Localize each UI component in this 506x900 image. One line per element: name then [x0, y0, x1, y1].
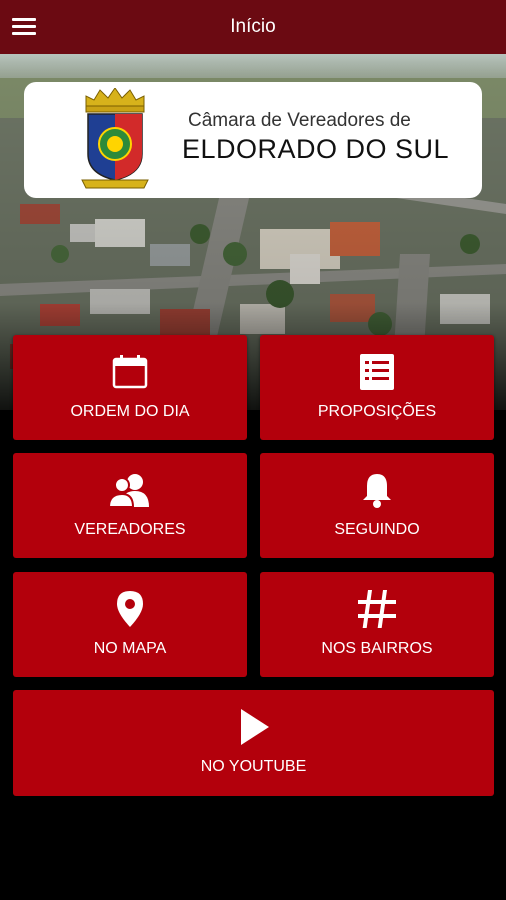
tile-label: PROPOSIÇÕES [317, 403, 437, 420]
tile-label: ORDEM DO DIA [70, 403, 190, 420]
ordem-do-dia-button[interactable]: ORDEM DO DIA [13, 335, 247, 440]
proposicoes-button[interactable]: PROPOSIÇÕES [260, 335, 494, 440]
map-pin-icon [13, 590, 247, 628]
hashtag-icon [260, 590, 494, 628]
header-logo-card: Câmara de Vereadores de ELDORADO DO SUL [24, 82, 482, 198]
coat-of-arms-logo [80, 87, 150, 197]
tile-label: SEGUINDO [334, 521, 420, 538]
no-youtube-button[interactable]: NO YOUTUBE [13, 690, 494, 796]
tile-label: NO YOUTUBE [200, 758, 307, 775]
org-name-line1: Câmara de Vereadores de [188, 110, 411, 131]
nos-bairros-button[interactable]: NOS BAIRROS [260, 572, 494, 677]
bell-icon [260, 471, 494, 509]
tile-label: NOS BAIRROS [321, 640, 433, 657]
tile-label: NO MAPA [93, 640, 167, 657]
org-name-line2: ELDORADO DO SUL [182, 134, 450, 164]
play-icon [13, 708, 494, 746]
vereadores-button[interactable]: VEREADORES [13, 453, 247, 558]
list-document-icon [260, 353, 494, 391]
users-icon [13, 471, 247, 509]
seguindo-button[interactable]: SEGUINDO [260, 453, 494, 558]
no-mapa-button[interactable]: NO MAPA [13, 572, 247, 677]
app-bar: Início [0, 0, 506, 54]
calendar-icon [13, 353, 247, 391]
tile-label: VEREADORES [74, 521, 186, 538]
page-title: Início [230, 16, 276, 37]
